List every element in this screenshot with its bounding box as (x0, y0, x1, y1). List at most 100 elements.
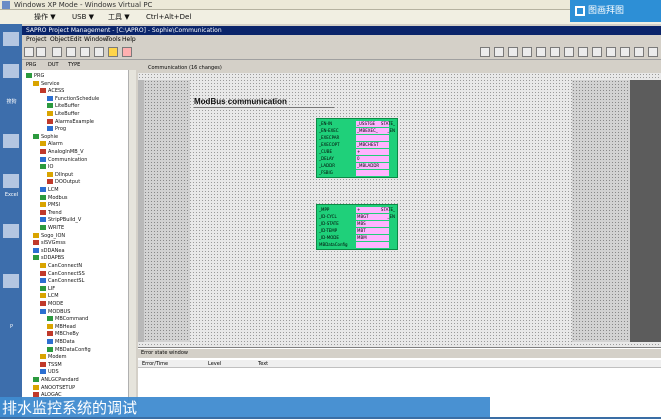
pin-output: STATE_ (380, 121, 395, 126)
tool-icon[interactable] (648, 47, 658, 57)
col-level: Level (208, 361, 222, 367)
desktop-icon[interactable] (3, 32, 19, 46)
tree-item-label: Service (41, 80, 60, 87)
vpc-menu-action[interactable]: 操作 ▼ (34, 10, 56, 24)
tool-icon[interactable] (578, 47, 588, 57)
desktop-icon[interactable] (3, 174, 19, 188)
tree-node-icon (47, 95, 53, 101)
window-icon[interactable] (80, 47, 90, 57)
tool-icon[interactable] (522, 47, 532, 57)
menu-object[interactable]: Object (50, 35, 70, 45)
tree-item-label: Modbus (48, 194, 68, 201)
tree-item-label: ACESS (48, 88, 65, 95)
tree-item-label: LiteBuffer (55, 103, 80, 110)
tree-node-icon (47, 323, 53, 329)
new-icon[interactable] (24, 47, 34, 57)
pin-value[interactable]: MBGT (356, 214, 389, 220)
window-icon[interactable] (52, 47, 62, 57)
pin-label: _ID-STATE (319, 221, 339, 226)
tree-node-icon (33, 80, 39, 86)
pin-value[interactable]: + (356, 149, 389, 155)
block-pin-row: _LADDR _MBLADDR (317, 163, 397, 169)
tree-node-icon (40, 225, 46, 230)
tree-node-icon (40, 285, 46, 291)
pin-value[interactable]: _MBEXEC_ (356, 128, 389, 134)
tool-icon[interactable] (508, 47, 518, 57)
pin-label: _DELAY (319, 156, 334, 161)
menu-tools[interactable]: Tools (106, 35, 121, 45)
tree-node-icon (33, 384, 39, 390)
window-icon[interactable] (94, 47, 104, 57)
menu-window[interactable]: Window (84, 35, 108, 45)
block-pin-row: _ID-MODE MBM (317, 235, 397, 241)
function-block-2[interactable]: _MPP + STATE_ _ID-CYCL MBGT _EN _ID-STATE MBS _I… (316, 204, 398, 250)
build-icon[interactable] (108, 47, 118, 57)
app-menubar: Project Object Edit Window Tools Help (22, 35, 661, 45)
tool-icon[interactable] (536, 47, 546, 57)
tab-type[interactable]: TYPE (68, 61, 80, 70)
tool-icon[interactable] (634, 47, 644, 57)
vpc-menu-ctrl-alt-del[interactable]: Ctrl+Alt+Del (146, 10, 191, 24)
tree-node-icon (40, 217, 46, 223)
pin-value[interactable]: 0 (356, 156, 389, 162)
vpc-menu-tools[interactable]: 工具 ▼ (108, 10, 130, 24)
tree-node-icon (33, 377, 39, 382)
pin-value[interactable] (356, 242, 389, 248)
menu-help[interactable]: Help (122, 35, 136, 45)
tree-node-icon (47, 316, 53, 322)
tree-node-icon (47, 126, 53, 132)
block-pin-row: _MPP + STATE_ (317, 207, 397, 213)
block-pin-row: _EN-EXEC _MBEXEC_ _EN (317, 128, 397, 134)
desktop-icon[interactable] (3, 134, 19, 148)
tree-node-icon (40, 270, 46, 276)
block-pin-row: _ID-STATE MBS (317, 221, 397, 227)
tool-icon[interactable] (592, 47, 602, 57)
vpc-menu-usb[interactable]: USB ▼ (72, 10, 94, 24)
tree-rows: PRG Service ACESS FunctionSchedule LiteBuffe… (22, 72, 128, 412)
tree-scrollbar[interactable] (128, 70, 136, 417)
pin-value[interactable]: MBT (356, 228, 389, 234)
pin-value[interactable]: MBS (356, 221, 389, 227)
tool-icon[interactable] (494, 47, 504, 57)
video-caption: 排水监控系统的调试 (2, 399, 138, 417)
block-pin-row: _FSBIG (317, 170, 397, 176)
col-error-time: Error/Time (142, 361, 169, 367)
tab-prg[interactable]: PRG (26, 61, 36, 70)
tool-icon[interactable] (550, 47, 560, 57)
menu-edit[interactable]: Edit (70, 35, 82, 45)
tree-item-label: FunctionSchedule (55, 95, 100, 102)
corner-badge: 图画拜图 (570, 0, 661, 22)
function-block-1[interactable]: _EN-IN _USSTGE STATE_ _EN-EXEC _MBEXEC_ _EN _E… (316, 118, 398, 178)
desktop-icon[interactable] (3, 274, 19, 288)
pin-value[interactable]: _MBLADDR (356, 163, 389, 169)
tree-node-icon (40, 369, 46, 375)
pin-value[interactable] (356, 135, 389, 141)
desktop-icon[interactable] (3, 224, 19, 238)
window-icon[interactable] (66, 47, 76, 57)
output-tab[interactable]: Error state window (138, 349, 661, 358)
tree-item-label: CanConnectSL (48, 278, 85, 285)
tool-icon[interactable] (564, 47, 574, 57)
pin-label: _CUBE (319, 149, 332, 154)
pin-value[interactable]: _MBCHEST (356, 142, 389, 148)
tree-node-icon (40, 361, 46, 367)
tree-node-icon (40, 301, 46, 306)
stop-icon[interactable] (122, 47, 132, 57)
pin-output: STATE_ (380, 207, 395, 212)
pin-value[interactable] (356, 170, 389, 176)
tab-dut[interactable]: DUT (48, 61, 59, 70)
tree-item-label: MBDataConfig (55, 346, 91, 353)
block-pin-row: _EXECPAR (317, 135, 397, 141)
tool-icon[interactable] (620, 47, 630, 57)
tool-icon[interactable] (606, 47, 616, 57)
tool-icon[interactable] (480, 47, 490, 57)
tree-item-label: WRITE (48, 225, 65, 231)
menu-project[interactable]: Project (26, 35, 47, 45)
tree-node-icon (40, 354, 46, 360)
open-icon[interactable] (36, 47, 46, 57)
pin-value[interactable]: MBM (356, 235, 389, 241)
tree-node-icon (33, 240, 39, 246)
tree-item-label: IO (48, 164, 54, 171)
tree-item-label: LIF (48, 285, 56, 292)
desktop-icon[interactable] (3, 64, 19, 78)
